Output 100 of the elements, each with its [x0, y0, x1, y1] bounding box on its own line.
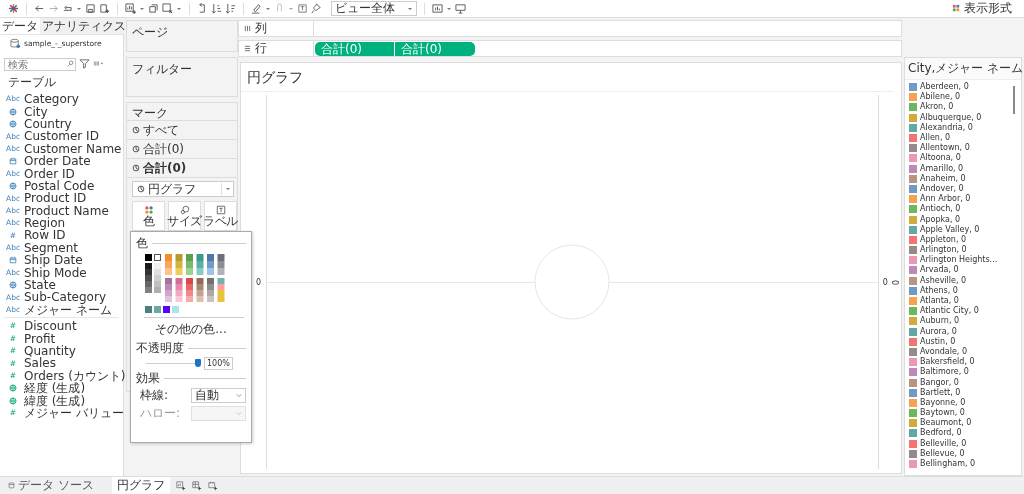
- show-me-button[interactable]: 表示形式: [944, 0, 1020, 17]
- legend-label[interactable]: Athens, 0: [920, 286, 958, 295]
- legend-label[interactable]: Arlington Heights...: [920, 256, 998, 265]
- caret-icon[interactable]: [76, 5, 82, 12]
- legend-swatch[interactable]: [909, 439, 917, 448]
- legend-label[interactable]: Atlanta, 0: [920, 297, 959, 306]
- filter-icon[interactable]: [79, 58, 90, 69]
- mark-type-dropdown[interactable]: 円グラフ: [132, 181, 234, 197]
- scrollbar-thumb[interactable]: [1013, 86, 1015, 114]
- legend-swatch[interactable]: [909, 317, 917, 326]
- legend-label[interactable]: Aurora, 0: [920, 327, 957, 336]
- legend-swatch[interactable]: [909, 195, 917, 204]
- legend-swatch[interactable]: [909, 144, 917, 153]
- legend-swatch[interactable]: [909, 409, 917, 418]
- legend-label[interactable]: Atlantic City, 0: [920, 307, 979, 316]
- legend-swatch[interactable]: [909, 83, 917, 92]
- legend-swatch[interactable]: [909, 215, 917, 224]
- duplicate-icon[interactable]: [148, 3, 159, 14]
- legend-swatch[interactable]: [909, 378, 917, 387]
- new-sheet-icon[interactable]: [175, 480, 186, 491]
- marks-button[interactable]: ラベル: [204, 201, 237, 231]
- legend-swatch[interactable]: [909, 358, 917, 367]
- legend-swatch[interactable]: [909, 327, 917, 336]
- new-dashboard-icon[interactable]: [191, 480, 202, 491]
- legend-swatch[interactable]: [909, 286, 917, 295]
- legend-swatch[interactable]: [909, 266, 917, 275]
- legend-swatch[interactable]: [909, 134, 917, 143]
- legend-label[interactable]: Baytown, 0: [920, 409, 965, 418]
- view-options-icon[interactable]: [93, 58, 104, 69]
- legend-swatch[interactable]: [909, 460, 917, 469]
- legend-label[interactable]: Bedford, 0: [920, 429, 962, 438]
- legend-label[interactable]: Avondale, 0: [920, 347, 967, 356]
- legend-label[interactable]: Bakersfield, 0: [920, 358, 975, 367]
- legend-swatch[interactable]: [909, 113, 917, 122]
- legend-label[interactable]: Altoona, 0: [920, 154, 961, 163]
- marks-layer[interactable]: すべて: [127, 121, 237, 140]
- text-box-icon[interactable]: [297, 3, 308, 14]
- save-icon[interactable]: [85, 3, 96, 14]
- opacity-value-field[interactable]: 100%: [204, 356, 233, 370]
- pin-icon[interactable]: [311, 3, 322, 14]
- field-item[interactable]: Order Date: [0, 154, 123, 168]
- legend-swatch[interactable]: [909, 256, 917, 265]
- legend-label[interactable]: Ann Arbor, 0: [920, 195, 971, 204]
- fit-dropdown[interactable]: ビュー全体: [331, 1, 417, 16]
- legend-label[interactable]: Anaheim, 0: [920, 174, 966, 183]
- highlighter-icon[interactable]: [251, 3, 262, 14]
- data-source-tab[interactable]: データ ソース: [3, 477, 106, 494]
- legend-swatch[interactable]: [909, 307, 917, 316]
- legend-label[interactable]: Alexandria, 0: [920, 123, 973, 132]
- swap-icon[interactable]: [197, 3, 208, 14]
- caret-icon[interactable]: [176, 5, 182, 12]
- legend-label[interactable]: Akron, 0: [920, 103, 954, 112]
- caret-icon[interactable]: [288, 5, 294, 12]
- legend-label[interactable]: Austin, 0: [920, 337, 956, 346]
- chart-clear-icon[interactable]: [162, 3, 173, 14]
- legend-label[interactable]: Beaumont, 0: [920, 419, 972, 428]
- legend-swatch[interactable]: [909, 174, 917, 183]
- legend-label[interactable]: Antioch, 0: [920, 205, 961, 214]
- legend-swatch[interactable]: [909, 154, 917, 163]
- legend-swatch[interactable]: [909, 235, 917, 244]
- field-item[interactable]: State: [0, 278, 123, 292]
- legend-swatch[interactable]: [909, 449, 917, 458]
- legend-swatch[interactable]: [909, 347, 917, 356]
- legend-label[interactable]: Arlington, 0: [920, 246, 967, 255]
- legend-swatch[interactable]: [909, 164, 917, 173]
- marks-button[interactable]: 色: [132, 201, 165, 231]
- search-field[interactable]: 検索: [4, 58, 76, 71]
- opacity-slider-thumb[interactable]: [195, 358, 201, 367]
- legend-label[interactable]: Arvada, 0: [920, 266, 959, 275]
- field-item[interactable]: Ship Date: [0, 254, 123, 267]
- legend-label[interactable]: Auburn, 0: [920, 317, 960, 326]
- chart-icon[interactable]: [432, 3, 443, 14]
- field-item[interactable]: 緯度 (生成): [0, 394, 123, 407]
- legend-swatch[interactable]: [909, 276, 917, 285]
- legend-swatch[interactable]: [909, 225, 917, 234]
- legend-label[interactable]: Bartlett, 0: [920, 388, 961, 397]
- legend-label[interactable]: Allentown, 0: [920, 144, 970, 153]
- chart-plus-icon[interactable]: [125, 3, 136, 14]
- presentation-icon[interactable]: [455, 3, 466, 14]
- legend-label[interactable]: Bellingham, 0: [920, 460, 976, 469]
- legend-label[interactable]: Apopka, 0: [920, 215, 961, 224]
- database-plus-icon[interactable]: [99, 3, 110, 14]
- legend-label[interactable]: Andover, 0: [920, 184, 964, 193]
- legend-swatch[interactable]: [909, 429, 917, 438]
- pane-tab[interactable]: アナリティクス: [40, 18, 128, 34]
- more-colors-link[interactable]: その他の色...: [155, 321, 227, 338]
- legend-swatch[interactable]: [909, 246, 917, 255]
- marks-layer[interactable]: 合計(0): [127, 159, 237, 178]
- border-dropdown[interactable]: 自動: [190, 387, 246, 403]
- sort-ascending-icon[interactable]: [211, 3, 222, 14]
- marks-button[interactable]: サイズ: [168, 201, 201, 231]
- caret-icon[interactable]: [265, 5, 271, 12]
- legend-label[interactable]: Abilene, 0: [920, 93, 961, 102]
- field-item[interactable]: City: [0, 105, 123, 118]
- caret-icon[interactable]: [139, 5, 145, 12]
- legend-label[interactable]: Asheville, 0: [920, 276, 967, 285]
- legend-label[interactable]: Belleville, 0: [920, 439, 967, 448]
- legend-label[interactable]: Aberdeen, 0: [920, 83, 969, 92]
- legend-label[interactable]: Apple Valley, 0: [920, 225, 980, 234]
- new-story-icon[interactable]: [207, 480, 218, 491]
